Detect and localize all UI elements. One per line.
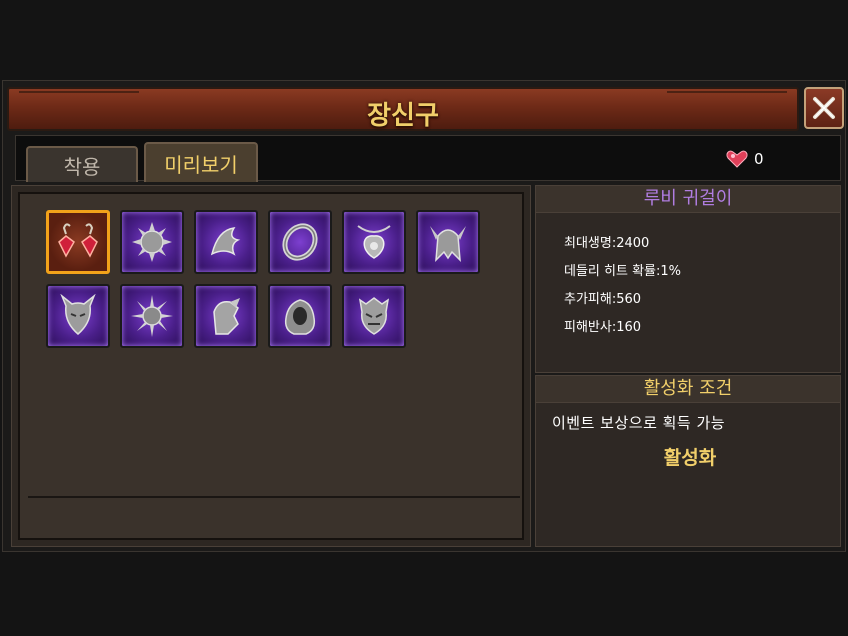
item-name: 루비 귀걸이 bbox=[536, 186, 840, 213]
ruby-earring-icon bbox=[58, 223, 98, 258]
condition-text: 이벤트 보상으로 획득 가능 bbox=[552, 414, 726, 432]
item-detail-box: 루비 귀걸이 최대생명:2400 데들리 히트 확률:1% 추가피해:560 피… bbox=[535, 185, 841, 373]
tab-preview[interactable]: 미리보기 bbox=[144, 142, 258, 182]
title-bar: 장신구 bbox=[7, 87, 799, 131]
item-slot[interactable] bbox=[120, 284, 184, 348]
item-slot[interactable] bbox=[342, 210, 406, 274]
condition-box: 활성화 조건 이벤트 보상으로 획득 가능 활성화 bbox=[535, 375, 841, 547]
item-slot[interactable] bbox=[416, 210, 480, 274]
demon-mask-icon bbox=[358, 297, 390, 335]
item-slot[interactable] bbox=[194, 284, 258, 348]
close-icon bbox=[813, 97, 835, 119]
activate-button[interactable]: 활성화 bbox=[640, 436, 740, 476]
stat-deadly-hit: 데들리 히트 확률:1% bbox=[564, 264, 681, 279]
item-grid-frame bbox=[18, 192, 524, 540]
currency-display: 0 bbox=[726, 150, 764, 168]
item-slot[interactable] bbox=[342, 284, 406, 348]
item-list-panel bbox=[11, 185, 531, 547]
winged-helm-icon bbox=[430, 226, 466, 262]
condition-title: 활성화 조건 bbox=[536, 376, 840, 403]
item-slot[interactable] bbox=[46, 210, 110, 274]
item-slot[interactable] bbox=[46, 284, 110, 348]
item-slot[interactable] bbox=[120, 210, 184, 274]
gauntlet-icon bbox=[213, 298, 240, 335]
horned-mask-icon bbox=[60, 294, 96, 335]
accessory-window: 장신구 착용 미리보기 0 루비 귀걸이 최대생명:2400 데들리 히트 확률… bbox=[2, 80, 846, 552]
pendant-icon bbox=[357, 225, 391, 259]
ring-icon bbox=[282, 223, 318, 261]
tab-bar: 착용 미리보기 0 bbox=[15, 135, 841, 182]
stat-max-hp: 최대생명:2400 bbox=[564, 236, 650, 251]
item-slot[interactable] bbox=[268, 210, 332, 274]
item-slot[interactable] bbox=[194, 210, 258, 274]
spiked-ball-icon bbox=[131, 295, 173, 337]
dragon-claw-icon bbox=[210, 227, 241, 256]
stat-extra-damage: 추가피해:560 bbox=[564, 292, 642, 307]
heart-gem-icon bbox=[726, 150, 748, 168]
window-title: 장신구 bbox=[367, 101, 439, 131]
close-button[interactable] bbox=[804, 87, 844, 129]
item-slot[interactable] bbox=[268, 284, 332, 348]
spiked-orb-icon bbox=[132, 222, 172, 262]
panel-divider bbox=[28, 496, 520, 498]
item-grid bbox=[46, 210, 480, 348]
hooded-cloak-icon bbox=[284, 299, 316, 335]
detail-panel: 루비 귀걸이 최대생명:2400 데들리 히트 확률:1% 추가피해:560 피… bbox=[535, 185, 841, 547]
stat-damage-reflect: 피해반사:160 bbox=[564, 320, 642, 335]
tab-equip[interactable]: 착용 bbox=[26, 146, 138, 182]
currency-value: 0 bbox=[754, 150, 764, 168]
